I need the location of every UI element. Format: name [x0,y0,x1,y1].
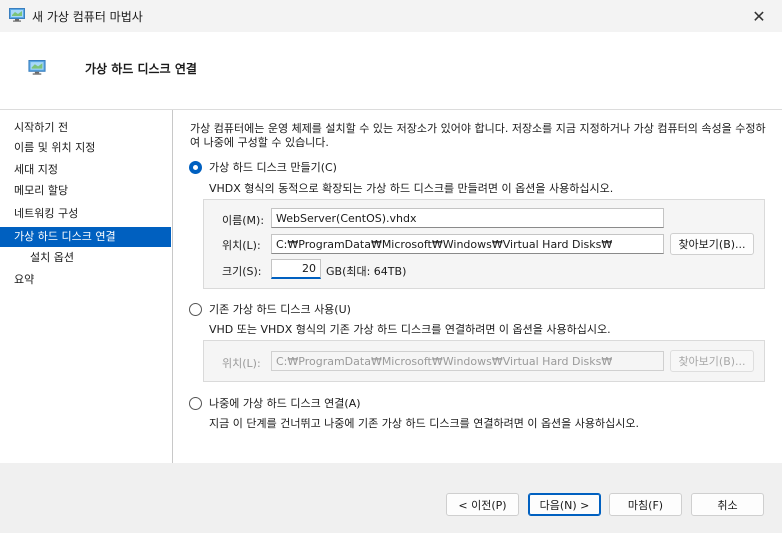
page-title: 가상 하드 디스크 연결 [85,62,197,76]
monitor-icon [28,60,46,75]
close-icon: ✕ [752,6,766,26]
name-label: 이름(M): [222,214,265,227]
nav-item-connect-vhd[interactable]: 가상 하드 디스크 연결 [0,227,171,247]
previous-button[interactable]: < 이전(P) [446,493,519,516]
size-label: 크기(S): [222,265,262,278]
monitor-icon [9,8,25,22]
next-button[interactable]: 다음(N) > [528,493,601,516]
existing-location-label: 위치(L): [222,357,261,370]
nav-item-summary[interactable]: 요약 [0,270,171,290]
attach-later-radio[interactable]: 나중에 가상 하드 디스크 연결(A) [189,395,361,411]
browse-button[interactable]: 찾아보기(B)... [670,233,754,255]
location-label: 위치(L): [222,239,261,252]
create-vhd-group: 이름(M): 위치(L): 찾아보기(B)... 크기(S): GB(최대: 6… [203,199,765,289]
create-vhd-label: 가상 하드 디스크 만들기(C) [209,161,337,174]
attach-later-description: 지금 이 단계를 건너뛰고 나중에 기존 가상 하드 디스크를 연결하려면 이 … [209,417,640,430]
attach-later-label: 나중에 가상 하드 디스크 연결(A) [209,397,361,410]
use-existing-vhd-group: 위치(L): 찾아보기(B)... [203,340,765,382]
cancel-button[interactable]: 취소 [691,493,764,516]
vhd-name-input[interactable] [271,208,664,228]
wizard-content: 가상 컴퓨터에는 운영 체제를 설치할 수 있는 저장소가 있어야 합니다. 저… [173,110,782,463]
use-existing-vhd-description: VHD 또는 VHDX 형식의 기존 가상 하드 디스크를 연결하려면 이 옵션… [209,323,611,336]
radio-unchecked-icon [189,396,202,410]
window-title: 새 가상 컴퓨터 마법사 [32,10,143,24]
intro-text: 가상 컴퓨터에는 운영 체제를 설치할 수 있는 저장소가 있어야 합니다. 저… [190,122,766,149]
wizard-nav: 시작하기 전 이름 및 위치 지정 세대 지정 메모리 할당 네트워킹 구성 가… [0,110,172,463]
nav-item-installation-options[interactable]: 설치 옵션 [0,248,171,268]
title-bar: 새 가상 컴퓨터 마법사 ✕ [0,0,782,32]
existing-location-input[interactable] [271,351,664,371]
size-unit-label: GB(최대: 64TB) [326,265,407,278]
nav-item-networking[interactable]: 네트워킹 구성 [0,204,171,224]
nav-item-before-you-begin[interactable]: 시작하기 전 [0,118,171,138]
radio-unchecked-icon [189,302,202,316]
wizard-footer: < 이전(P) 다음(N) > 마침(F) 취소 [0,463,782,533]
nav-item-memory[interactable]: 메모리 할당 [0,181,171,201]
finish-button[interactable]: 마침(F) [609,493,682,516]
use-existing-vhd-radio[interactable]: 기존 가상 하드 디스크 사용(U) [189,301,351,317]
close-button[interactable]: ✕ [736,0,782,32]
wizard-header: 가상 하드 디스크 연결 [0,32,782,110]
nav-item-generation[interactable]: 세대 지정 [0,160,171,180]
create-vhd-radio[interactable]: 가상 하드 디스크 만들기(C) [189,159,337,175]
create-vhd-description: VHDX 형식의 동적으로 확장되는 가상 하드 디스크를 만들려면 이 옵션을… [209,182,614,195]
radio-checked-icon [189,160,202,174]
use-existing-vhd-label: 기존 가상 하드 디스크 사용(U) [209,303,351,316]
existing-browse-button[interactable]: 찾아보기(B)... [670,350,754,372]
nav-item-name-location[interactable]: 이름 및 위치 지정 [0,138,171,158]
vhd-location-input[interactable] [271,234,664,254]
vhd-size-input[interactable] [271,259,321,279]
